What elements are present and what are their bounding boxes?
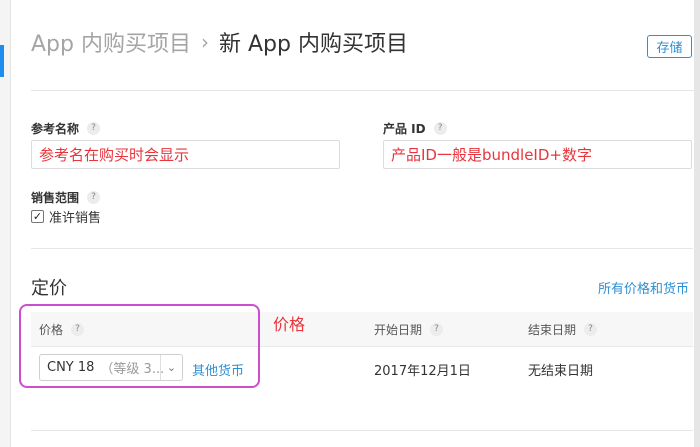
price-annotation-box	[19, 304, 260, 388]
allow-sales-checkbox-row[interactable]: ✓ 准许销售	[31, 207, 101, 226]
ref-name-input[interactable]: 参考名在购买时会显示	[31, 140, 340, 169]
sales-scope-label-text: 销售范围	[31, 191, 80, 205]
page-title: 新 App 内购买项目	[218, 32, 408, 57]
product-id-input[interactable]: 产品ID一般是bundleID+数字	[383, 140, 692, 169]
ref-name-value: 参考名在购买时会显示	[39, 146, 190, 164]
pricing-section-title: 定价	[31, 278, 67, 299]
chevron-right-icon: ›	[200, 30, 209, 54]
product-id-label-text: 产品 ID	[383, 122, 426, 136]
help-icon[interactable]: ?	[430, 323, 444, 336]
start-date-value: 2017年12月1日	[374, 364, 471, 379]
divider	[31, 248, 693, 249]
end-date-value: 无结束日期	[528, 364, 594, 379]
product-id-value: 产品ID一般是bundleID+数字	[391, 146, 592, 164]
all-prices-link[interactable]: 所有价格和货币	[598, 278, 689, 297]
price-annotation-label: 价格	[273, 315, 306, 334]
product-id-label: 产品 ID ?	[383, 120, 447, 137]
help-icon[interactable]: ?	[584, 323, 598, 336]
divider	[31, 430, 693, 431]
help-icon[interactable]: ?	[433, 122, 447, 135]
help-icon[interactable]: ?	[87, 191, 101, 204]
allow-sales-checkbox[interactable]: ✓	[31, 210, 44, 223]
column-header-end-text: 结束日期	[528, 323, 577, 337]
ref-name-label-text: 参考名称	[31, 122, 80, 136]
breadcrumb-parent[interactable]: App 内购买项目	[31, 26, 191, 58]
column-header-start-date: 开始日期 ?	[374, 321, 444, 338]
ref-name-label: 参考名称 ?	[31, 120, 101, 137]
save-button[interactable]: 存储	[647, 35, 692, 58]
column-header-end-date: 结束日期 ?	[528, 321, 598, 338]
help-icon[interactable]: ?	[87, 122, 101, 135]
sales-scope-label: 销售范围 ?	[31, 189, 101, 206]
allow-sales-label: 准许销售	[49, 211, 102, 226]
scrollbar-track[interactable]	[694, 0, 700, 447]
column-header-start-text: 开始日期	[374, 323, 423, 337]
divider	[31, 90, 700, 91]
breadcrumb: App 内购买项目 › 新 App 内购买项目	[31, 26, 408, 58]
sidebar-selection-indicator	[0, 45, 4, 77]
